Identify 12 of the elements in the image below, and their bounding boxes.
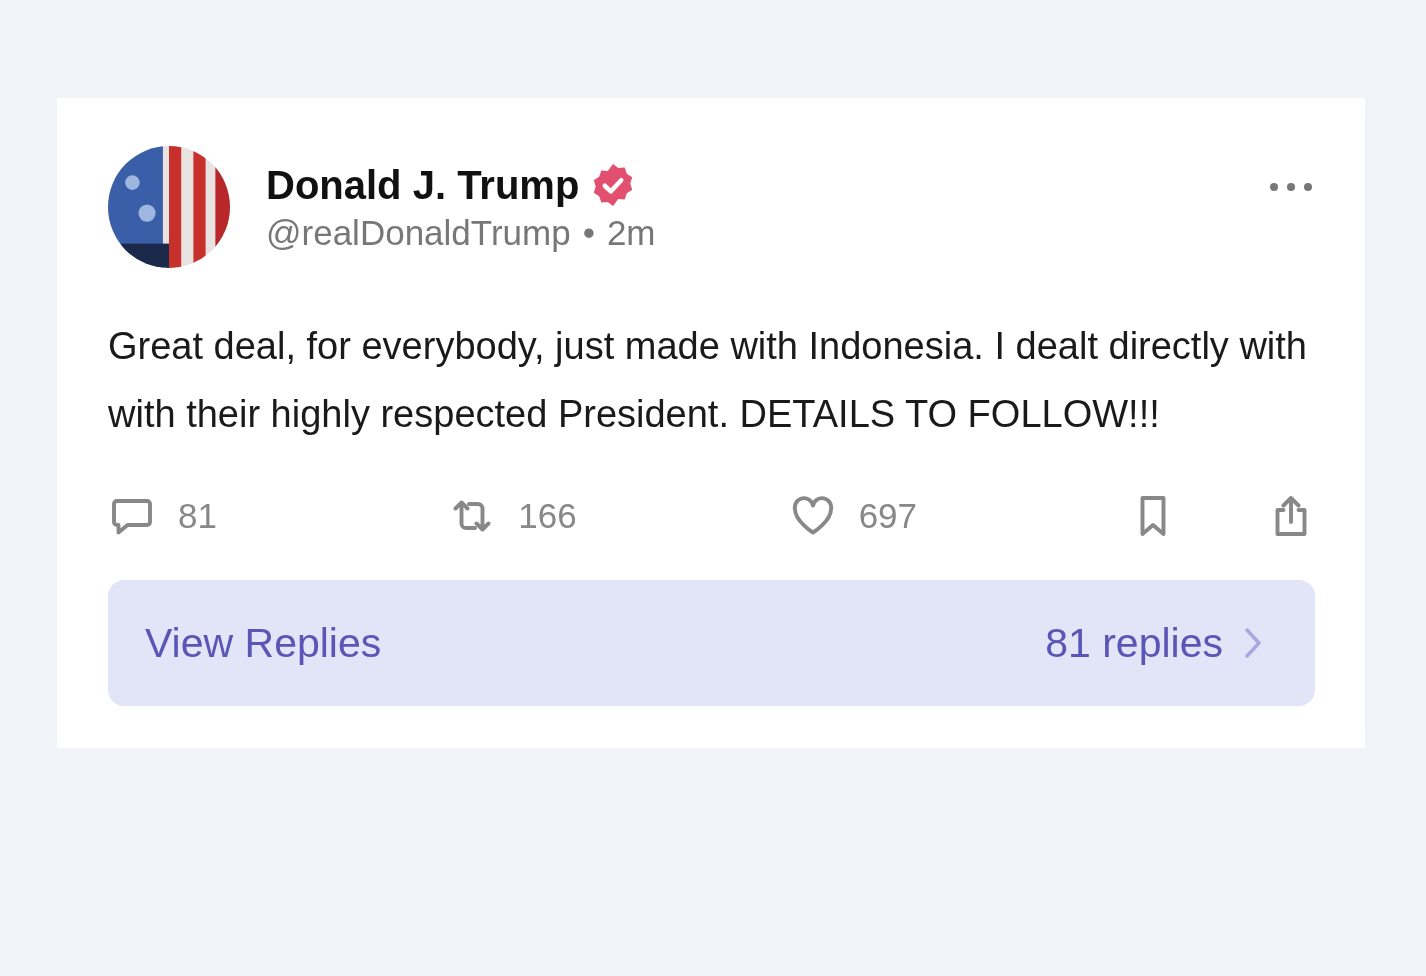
- view-replies-button[interactable]: View Replies 81 replies: [108, 580, 1315, 706]
- post-text: Great deal, for everybody, just made with Indonesia. I dealt directly with with their highly respected President. DETAILS TO FOLLOW!!!: [108, 324, 1308, 437]
- user-handle[interactable]: @realDonaldTrump: [266, 213, 571, 253]
- post-time: 2m: [606, 213, 656, 253]
- repost-count: 166: [518, 496, 577, 536]
- reply-count: 81: [178, 496, 217, 536]
- replies-count: 81 replies: [1045, 619, 1223, 667]
- view-replies-label: View Replies: [145, 619, 382, 667]
- more-options-icon[interactable]: [1267, 180, 1315, 194]
- author-name[interactable]: Donald J. Trump: [266, 162, 580, 208]
- like-count: 697: [858, 496, 918, 536]
- separator-dot: •: [582, 213, 595, 253]
